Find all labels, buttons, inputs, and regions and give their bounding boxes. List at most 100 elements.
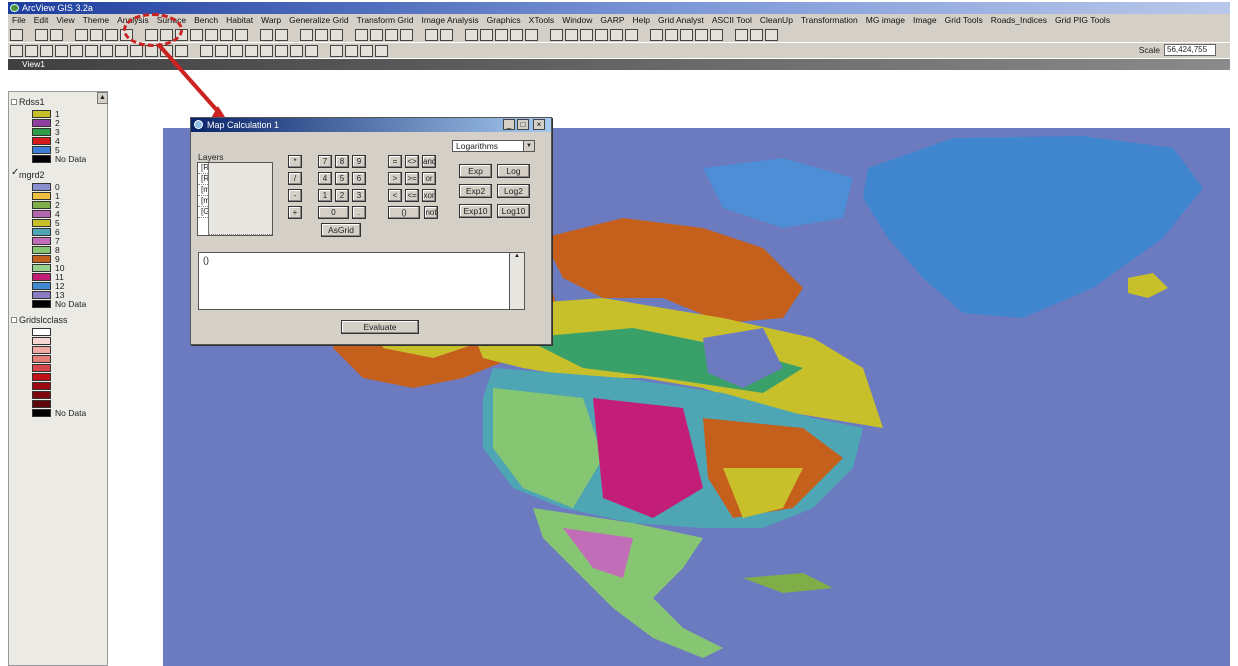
menu-item-xtools[interactable]: XTools bbox=[525, 14, 559, 27]
tool-button-icon[interactable] bbox=[10, 28, 23, 41]
menu-item-image[interactable]: Image bbox=[909, 14, 941, 27]
tool-button-icon[interactable] bbox=[70, 44, 83, 57]
layers-list[interactable]: [Rdss1][Rdss1_Count][mgrd2][mgrd2_Count]… bbox=[197, 162, 273, 236]
digit-key[interactable]: 4 bbox=[318, 172, 332, 185]
digit-key[interactable]: 2 bbox=[335, 189, 349, 202]
tool-button-icon[interactable] bbox=[480, 28, 493, 41]
comparison-key[interactable]: or bbox=[422, 172, 436, 185]
layers-scrollbar[interactable] bbox=[208, 163, 272, 235]
tool-button-icon[interactable] bbox=[375, 44, 388, 57]
function-button[interactable]: Log10 bbox=[497, 204, 530, 218]
tool-button-icon[interactable] bbox=[665, 28, 678, 41]
menu-item-window[interactable]: Window bbox=[558, 14, 596, 27]
digit-key[interactable]: 3 bbox=[352, 189, 366, 202]
tool-button-icon[interactable] bbox=[625, 28, 638, 41]
tool-button-icon[interactable] bbox=[315, 28, 328, 41]
digit-key[interactable]: 0 bbox=[318, 206, 349, 219]
menu-item-theme[interactable]: Theme bbox=[79, 14, 113, 27]
function-button[interactable]: Exp10 bbox=[459, 204, 492, 218]
tool-button-icon[interactable] bbox=[55, 44, 68, 57]
tool-button-icon[interactable] bbox=[710, 28, 723, 41]
comparison-key[interactable]: not bbox=[424, 206, 438, 219]
menu-item-warp[interactable]: Warp bbox=[257, 14, 285, 27]
tool-button-icon[interactable] bbox=[40, 44, 53, 57]
theme-name[interactable]: Rdss1 bbox=[19, 97, 45, 107]
function-button[interactable]: Log bbox=[497, 164, 530, 178]
tool-button-icon[interactable] bbox=[580, 28, 593, 41]
theme-visible-checkbox[interactable] bbox=[11, 317, 17, 323]
tool-button-icon[interactable] bbox=[565, 28, 578, 41]
menu-item-habitat[interactable]: Habitat bbox=[222, 14, 257, 27]
menu-item-garp[interactable]: GARP bbox=[596, 14, 628, 27]
maximize-icon[interactable]: □ bbox=[517, 119, 529, 130]
menu-item-image-analysis[interactable]: Image Analysis bbox=[417, 14, 482, 27]
tool-button-icon[interactable] bbox=[550, 28, 563, 41]
comparison-key[interactable]: and bbox=[422, 155, 436, 168]
theme-name[interactable]: mgrd2 bbox=[19, 170, 45, 180]
tool-button-icon[interactable] bbox=[385, 28, 398, 41]
tool-button-icon[interactable] bbox=[305, 44, 318, 57]
tool-button-icon[interactable] bbox=[440, 28, 453, 41]
menu-item-graphics[interactable]: Graphics bbox=[483, 14, 525, 27]
comparison-key[interactable]: () bbox=[388, 206, 420, 219]
scale-input[interactable]: 56,424,755 bbox=[1164, 44, 1216, 56]
tool-button-icon[interactable] bbox=[50, 28, 63, 41]
tool-button-icon[interactable] bbox=[290, 44, 303, 57]
theme-visible-checkbox[interactable] bbox=[11, 99, 17, 105]
menu-item-bench[interactable]: Bench bbox=[190, 14, 222, 27]
comparison-key[interactable]: xor bbox=[422, 189, 436, 202]
comparison-key[interactable]: <> bbox=[405, 155, 419, 168]
comparison-key[interactable]: <= bbox=[405, 189, 419, 202]
tool-button-icon[interactable] bbox=[105, 28, 118, 41]
tool-button-icon[interactable] bbox=[495, 28, 508, 41]
tool-button-icon[interactable] bbox=[260, 28, 273, 41]
tool-button-icon[interactable] bbox=[205, 28, 218, 41]
tool-button-icon[interactable] bbox=[235, 28, 248, 41]
menu-item-grid-tools[interactable]: Grid Tools bbox=[941, 14, 987, 27]
tool-button-icon[interactable] bbox=[735, 28, 748, 41]
tool-button-icon[interactable] bbox=[765, 28, 778, 41]
tool-button-icon[interactable] bbox=[115, 44, 128, 57]
menu-item-generalize-grid[interactable]: Generalize Grid bbox=[285, 14, 353, 27]
comparison-key[interactable]: >= bbox=[405, 172, 419, 185]
digit-key[interactable]: 9 bbox=[352, 155, 366, 168]
tool-button-icon[interactable] bbox=[275, 28, 288, 41]
menu-item-file[interactable]: File bbox=[8, 14, 30, 27]
digit-key[interactable]: 5 bbox=[335, 172, 349, 185]
tool-button-icon[interactable] bbox=[90, 28, 103, 41]
operator-key[interactable]: / bbox=[288, 172, 302, 185]
operator-key[interactable]: - bbox=[288, 189, 302, 202]
menu-item-transform-grid[interactable]: Transform Grid bbox=[353, 14, 418, 27]
menu-item-cleanup[interactable]: CleanUp bbox=[756, 14, 797, 27]
tool-button-icon[interactable] bbox=[595, 28, 608, 41]
tool-button-icon[interactable] bbox=[400, 28, 413, 41]
function-button[interactable]: Log2 bbox=[497, 184, 530, 198]
menu-item-ascii-tool[interactable]: ASCII Tool bbox=[708, 14, 756, 27]
menu-item-mg-image[interactable]: MG image bbox=[862, 14, 909, 27]
chevron-down-icon[interactable]: ▼ bbox=[523, 141, 534, 151]
menu-item-help[interactable]: Help bbox=[629, 14, 654, 27]
tool-button-icon[interactable] bbox=[10, 44, 23, 57]
tool-button-icon[interactable] bbox=[345, 44, 358, 57]
menu-item-transformation[interactable]: Transformation bbox=[797, 14, 862, 27]
expression-field[interactable]: () bbox=[198, 252, 525, 310]
tool-button-icon[interactable] bbox=[425, 28, 438, 41]
tool-button-icon[interactable] bbox=[100, 44, 113, 57]
tool-button-icon[interactable] bbox=[355, 28, 368, 41]
evaluate-button[interactable]: Evaluate bbox=[341, 320, 419, 334]
operator-key[interactable]: * bbox=[288, 155, 302, 168]
tool-button-icon[interactable] bbox=[35, 28, 48, 41]
tool-button-icon[interactable] bbox=[75, 28, 88, 41]
digit-key[interactable]: 8 bbox=[335, 155, 349, 168]
tool-button-icon[interactable] bbox=[650, 28, 663, 41]
tool-button-icon[interactable] bbox=[85, 44, 98, 57]
function-category-select[interactable]: Logarithms ▼ bbox=[452, 140, 535, 152]
menu-item-roads-indices[interactable]: Roads_Indices bbox=[987, 14, 1051, 27]
tool-button-icon[interactable] bbox=[465, 28, 478, 41]
comparison-key[interactable]: < bbox=[388, 189, 402, 202]
tool-button-icon[interactable] bbox=[190, 28, 203, 41]
function-button[interactable]: Exp2 bbox=[459, 184, 492, 198]
digit-key[interactable]: 7 bbox=[318, 155, 332, 168]
digit-key[interactable]: 1 bbox=[318, 189, 332, 202]
tool-button-icon[interactable] bbox=[525, 28, 538, 41]
